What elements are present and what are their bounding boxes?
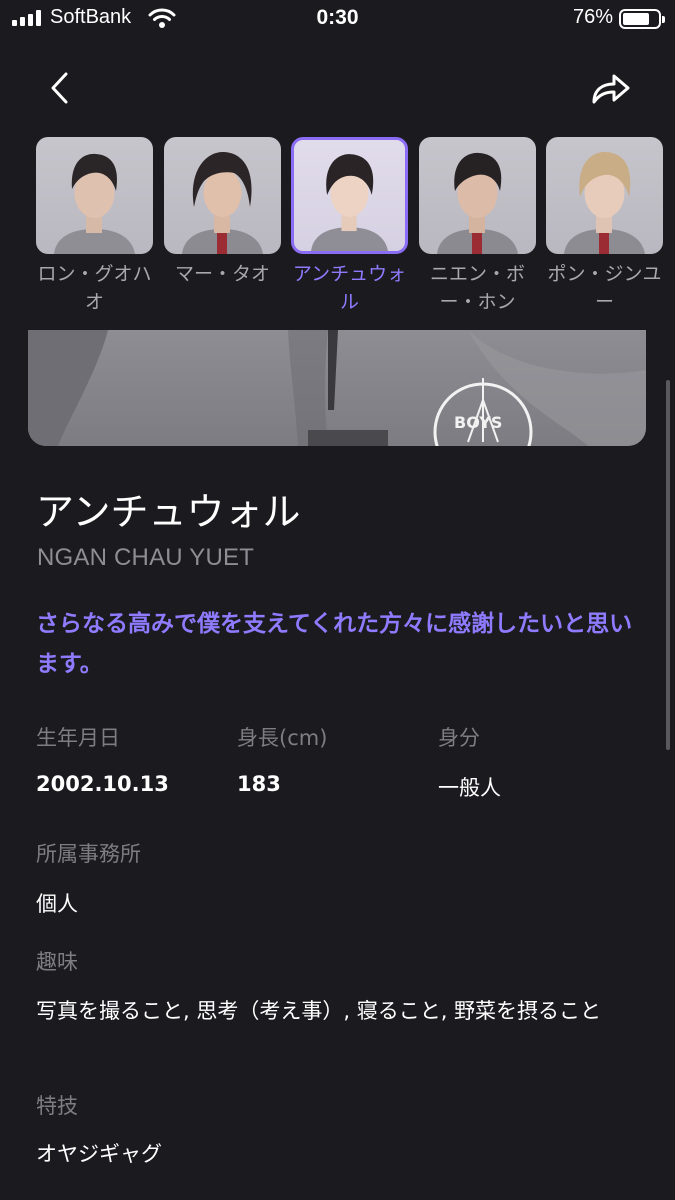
member-photo [419,137,536,254]
profile-romanized-name: NGAN CHAU YUET [37,544,255,571]
member-photo [164,137,281,254]
member-card-selected[interactable]: アンチュウォル [291,137,408,316]
hobby-label: 趣味 [36,950,78,974]
height-label: 身長(cm) [237,726,328,750]
skill-value: オヤジギャグ [36,1142,162,1166]
status-label: 身分 [438,726,480,750]
profile-quote: さらなる高みで僕を支えてくれた方々に感謝したいと思います。 [36,611,633,677]
member-name: マー・タオ [174,263,270,285]
member-name: アンチュウォル [292,263,407,313]
member-card[interactable]: ニエン・ボー・ホン [419,137,536,316]
back-button[interactable] [40,66,80,110]
height-value: 183 [237,772,281,796]
agency-value: 個人 [36,892,78,916]
chevron-left-icon [51,72,68,104]
hobby-value: 写真を撮ること, 思考（考え事）, 寝ること, 野菜を摂ること [36,999,602,1023]
battery-percentage: 76% [572,6,613,28]
member-card[interactable]: ロン・グオハオ [36,137,153,316]
member-card[interactable]: ポン・ジンユー [546,137,663,316]
member-name: ポン・ジンユー [547,263,662,313]
member-photo [36,137,153,254]
share-arrow-icon [592,74,630,104]
profile-banner-image: BOYS [28,330,646,446]
battery-icon [619,9,665,29]
skill-label: 特技 [36,1094,78,1118]
agency-label: 所属事務所 [36,842,141,866]
birthday-value: 2002.10.13 [36,772,169,796]
status-bar: SoftBank 0:30 76% [0,0,675,40]
member-photo [291,137,408,254]
profile-screen: SoftBank 0:30 76% ロン・グオハオ マー・タオ アンチュウォル … [0,0,675,1200]
member-card[interactable]: マー・タオ [164,137,281,288]
birthday-label: 生年月日 [36,726,120,750]
status-value: 一般人 [438,776,501,800]
boys-logo-icon: BOYS [433,378,533,446]
member-name: ニエン・ボー・ホン [429,263,525,313]
member-photo [546,137,663,254]
member-carousel[interactable]: ロン・グオハオ マー・タオ アンチュウォル ニエン・ボー・ホン ポン・ジンユー [36,137,675,327]
scroll-indicator[interactable] [666,380,670,750]
profile-name: アンチュウォル [36,490,301,534]
share-button[interactable] [584,66,634,110]
member-name: ロン・グオハオ [37,263,152,313]
